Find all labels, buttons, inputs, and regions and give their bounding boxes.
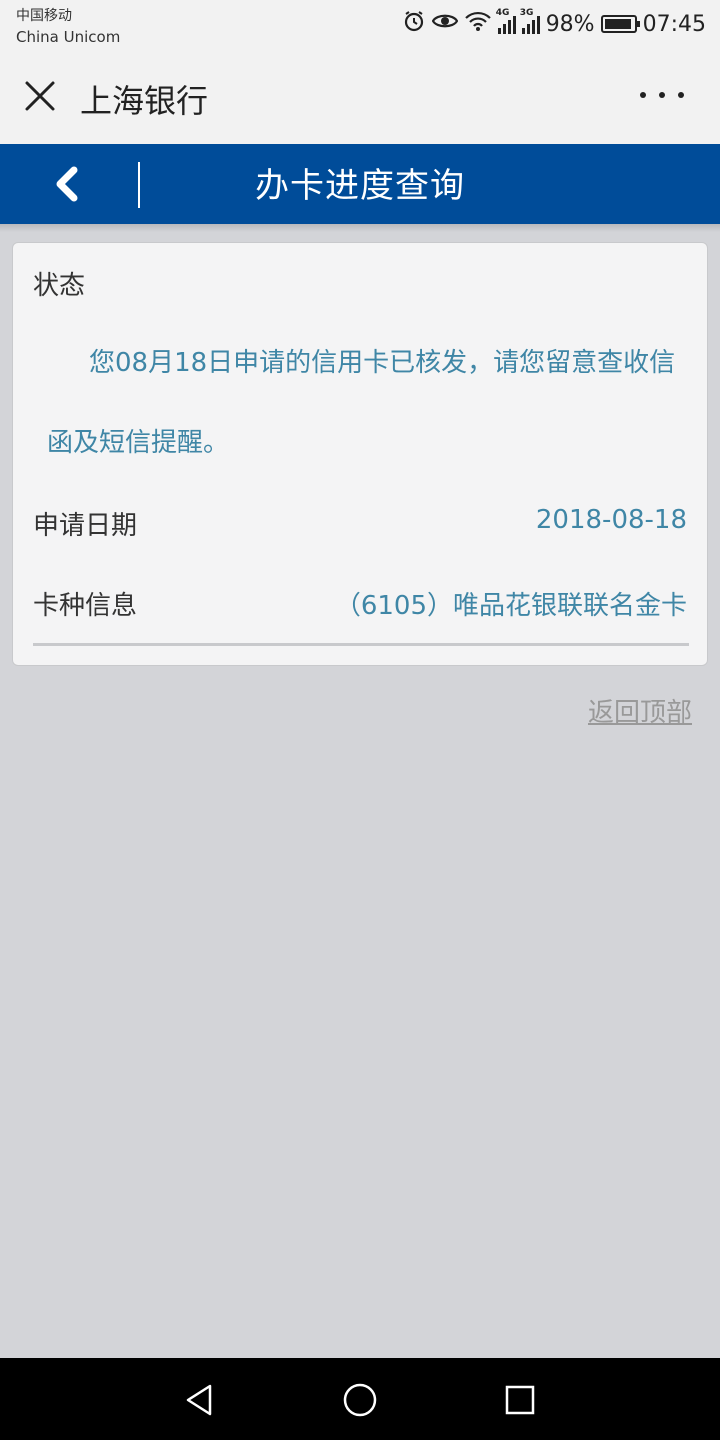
- wifi-icon: [464, 10, 492, 38]
- app-title-bar: 上海银行: [0, 50, 720, 144]
- carrier-info: 中国移动 China Unicom: [16, 5, 120, 46]
- close-icon: [25, 81, 55, 111]
- page-title: 办卡进度查询: [255, 166, 465, 206]
- status-message: 您08月18日申请的信用卡已核发，请您留意查收信函及短信提醒。: [47, 348, 676, 458]
- close-button[interactable]: [22, 78, 58, 114]
- nav-recent-button[interactable]: [500, 1380, 540, 1420]
- apply-date-value: 2018-08-18: [535, 505, 687, 535]
- more-button[interactable]: [640, 80, 684, 110]
- circle-home-icon: [343, 1383, 377, 1417]
- network-type-2: 3G: [519, 8, 534, 18]
- back-to-top-link[interactable]: 返回顶部: [588, 692, 692, 729]
- status-label: 状态: [33, 271, 86, 301]
- triangle-back-icon: [186, 1384, 212, 1416]
- status-bar: 中国移动 China Unicom 4G 3G 98% 07:45: [0, 0, 720, 50]
- nav-back-button[interactable]: [180, 1380, 220, 1420]
- more-icon: [640, 92, 646, 98]
- status-indicators: 4G 3G 98% 07:45: [402, 8, 706, 39]
- battery-percent: 98%: [545, 11, 595, 37]
- app-title: 上海银行: [80, 82, 209, 120]
- carrier-line2: China Unicom: [16, 27, 121, 46]
- alarm-icon: [402, 9, 426, 39]
- progress-card: 状态 您08月18日申请的信用卡已核发，请您留意查收信函及短信提醒。 申请日期 …: [12, 242, 708, 666]
- page-header: 办卡进度查询: [0, 144, 720, 224]
- card-divider: [33, 643, 689, 646]
- card-type-value: （6105）唯品花银联联名金卡: [334, 591, 687, 621]
- carrier-line1: 中国移动: [16, 8, 72, 24]
- header-shadow: [0, 224, 720, 232]
- signal-icon-2: 3G: [520, 8, 540, 34]
- network-type-1: 4G: [495, 8, 510, 18]
- signal-icon: 4G: [496, 8, 516, 34]
- system-nav-bar: [0, 1358, 720, 1440]
- battery-icon: [600, 15, 640, 33]
- clock: 07:45: [642, 11, 706, 37]
- apply-date-label: 申请日期: [33, 511, 138, 541]
- eye-icon: [431, 10, 458, 38]
- square-recent-icon: [505, 1385, 535, 1415]
- nav-home-button[interactable]: [340, 1380, 380, 1420]
- card-type-label: 卡种信息: [33, 591, 138, 621]
